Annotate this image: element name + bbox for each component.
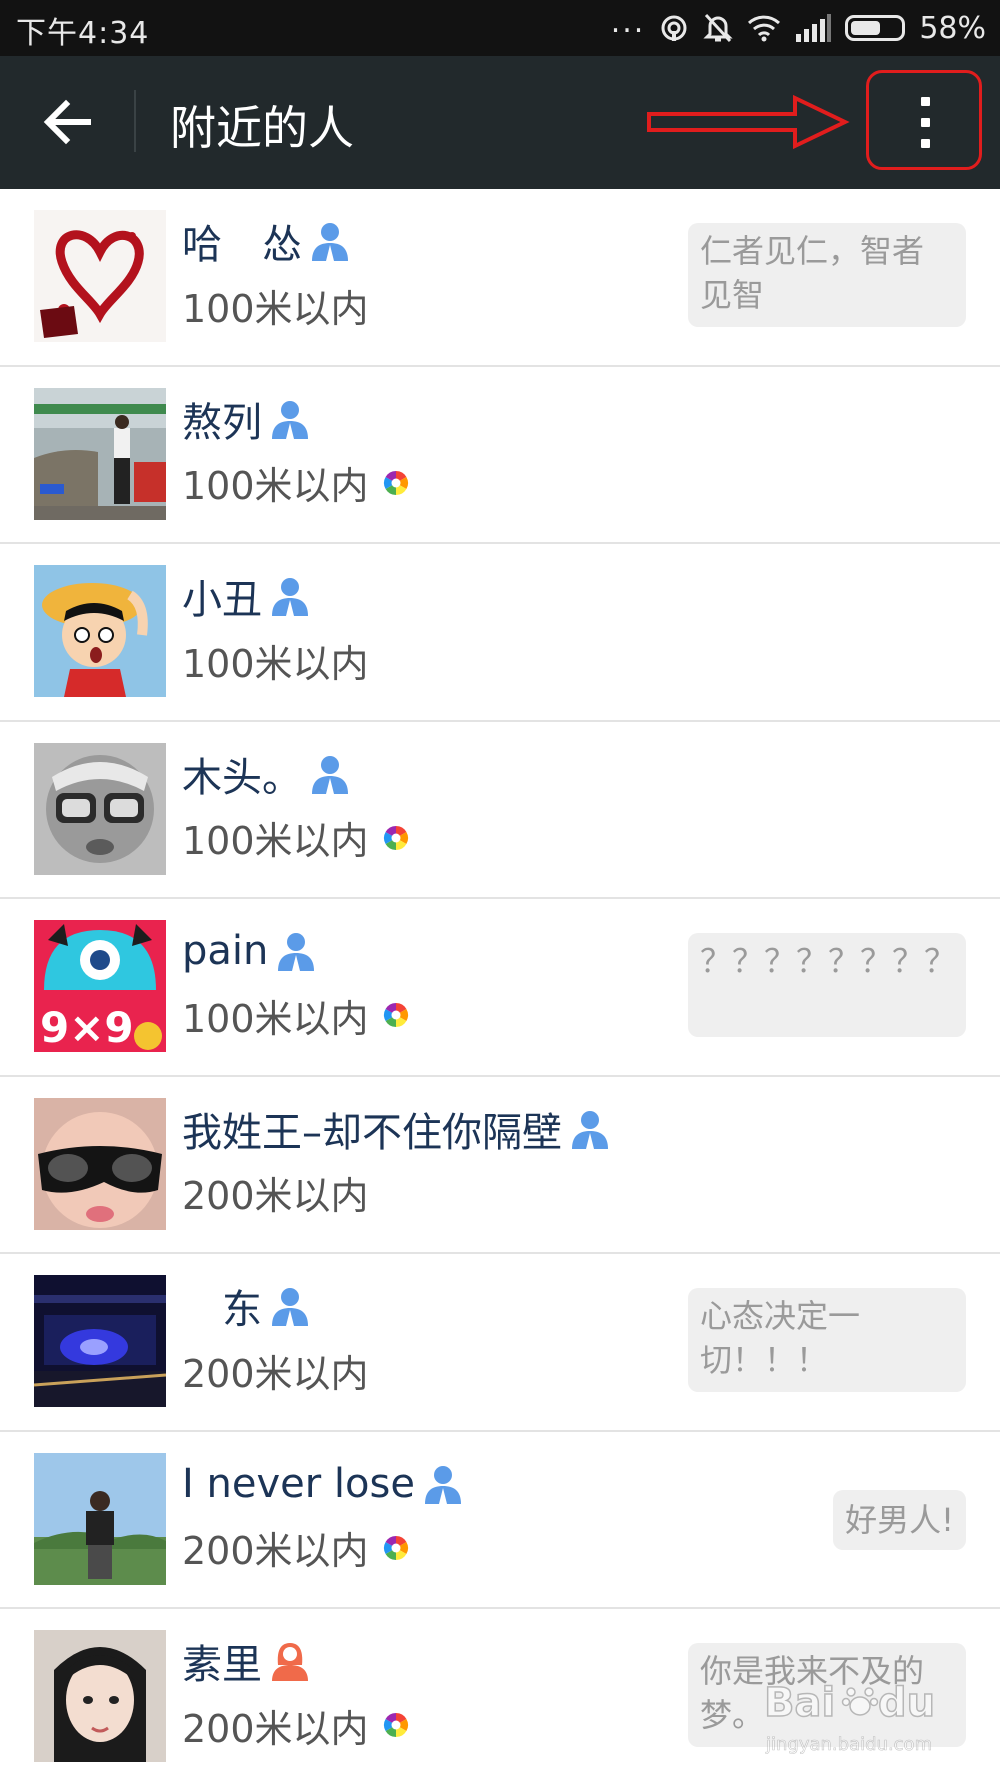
person-name: pain: [182, 928, 269, 974]
list-item[interactable]: 我姓王–却不住你隔壁 200米以内: [0, 1076, 1000, 1254]
list-item[interactable]: 木头。 100米以内: [0, 721, 1000, 899]
person-name: 东: [182, 1287, 262, 1333]
signature-bubble: 好男人!: [833, 1489, 966, 1550]
avatar: 9×9: [34, 920, 166, 1052]
avatar: [34, 1452, 166, 1585]
avatar: [34, 387, 166, 520]
nearby-people-list: 哈 怂 100米以内 仁者见仁，智者见智 熬列 100米以内 小丑 100米以内…: [0, 189, 1000, 1787]
person-name: 木头。: [182, 754, 302, 801]
distance-label: 100米以内: [182, 464, 369, 508]
back-button[interactable]: [30, 84, 106, 160]
signature-bubble: ？？？？？？？？: [688, 933, 966, 1037]
distance-label: 100米以内: [182, 819, 369, 863]
male-icon: [424, 1465, 461, 1504]
male-icon: [572, 1110, 608, 1149]
moments-icon: [383, 825, 408, 850]
wifi-icon: [748, 15, 781, 42]
signal-icon: [796, 14, 832, 42]
male-icon: [278, 933, 315, 971]
svg-text:du: du: [878, 1680, 935, 1726]
person-name: 哈 怂: [182, 222, 302, 268]
signature-bubble: 仁者见仁，智者见智: [688, 223, 966, 327]
distance-label: 100米以内: [182, 286, 369, 331]
person-name: 我姓王–却不住你隔壁: [182, 1109, 562, 1156]
distance-label: 100米以内: [182, 641, 369, 686]
moments-icon: [383, 1535, 408, 1560]
app-bar: 附近的人: [0, 56, 1000, 189]
distance-label: 200米以内: [182, 1174, 369, 1218]
more-options-button[interactable]: [866, 70, 982, 170]
more-notifications-icon: ...: [610, 4, 646, 40]
avatar: [34, 565, 166, 697]
list-item[interactable]: 9×9 pain 100米以内 ？？？？？？？？: [0, 899, 1000, 1077]
status-time: 下午4:34: [16, 16, 150, 51]
male-icon: [272, 400, 308, 439]
person-name: 熬列: [182, 399, 262, 446]
person-name: 素里: [182, 1642, 262, 1688]
avatar: [34, 210, 166, 342]
distance-label: 200米以内: [182, 1351, 369, 1396]
person-name: I never lose: [182, 1460, 415, 1507]
list-item[interactable]: 小丑 100米以内: [0, 544, 1000, 722]
avatar: [34, 1097, 166, 1230]
baidu-watermark-logo: Bai du jingyan.baidu.com: [763, 1679, 936, 1755]
moments-icon: [383, 1713, 408, 1737]
distance-label: 100米以内: [182, 996, 369, 1041]
list-item[interactable]: 哈 怂 100米以内 仁者见仁，智者见智: [0, 189, 1000, 367]
hotspot-icon: [661, 15, 687, 41]
signature-bubble: 心态决定一切！！！: [688, 1288, 966, 1392]
distance-label: 200米以内: [182, 1529, 369, 1573]
back-arrow-icon: [43, 99, 91, 145]
avatar: [34, 742, 166, 875]
distance-label: 200米以内: [182, 1706, 369, 1751]
moments-icon: [383, 470, 408, 495]
annotation-arrow-icon: [647, 94, 850, 150]
female-icon: [272, 1643, 308, 1681]
moments-icon: [383, 1003, 408, 1027]
male-icon: [312, 223, 348, 261]
battery-icon: [845, 15, 906, 41]
app-bar-divider: [134, 90, 136, 152]
male-icon: [312, 755, 348, 794]
list-item[interactable]: 熬列 100米以内: [0, 366, 1000, 544]
svg-text:9×9: 9×9: [40, 1003, 134, 1052]
male-icon: [272, 578, 308, 616]
avatar: [34, 1275, 166, 1407]
person-name: 小丑: [182, 577, 262, 623]
mute-bell-icon: [703, 13, 733, 43]
male-icon: [272, 1288, 308, 1326]
page-title: 附近的人: [170, 101, 354, 155]
battery-percentage: 58%: [919, 10, 986, 46]
list-item[interactable]: 东 200米以内 心态决定一切！！！: [0, 1254, 1000, 1432]
status-bar: 下午4:34 ... 58%: [0, 0, 1000, 56]
svg-text:Bai: Bai: [764, 1680, 835, 1726]
list-item[interactable]: I never lose 200米以内 好男人!: [0, 1431, 1000, 1609]
avatar: [34, 1630, 166, 1762]
svg-text:jingyan.baidu.com: jingyan.baidu.com: [765, 1734, 932, 1755]
